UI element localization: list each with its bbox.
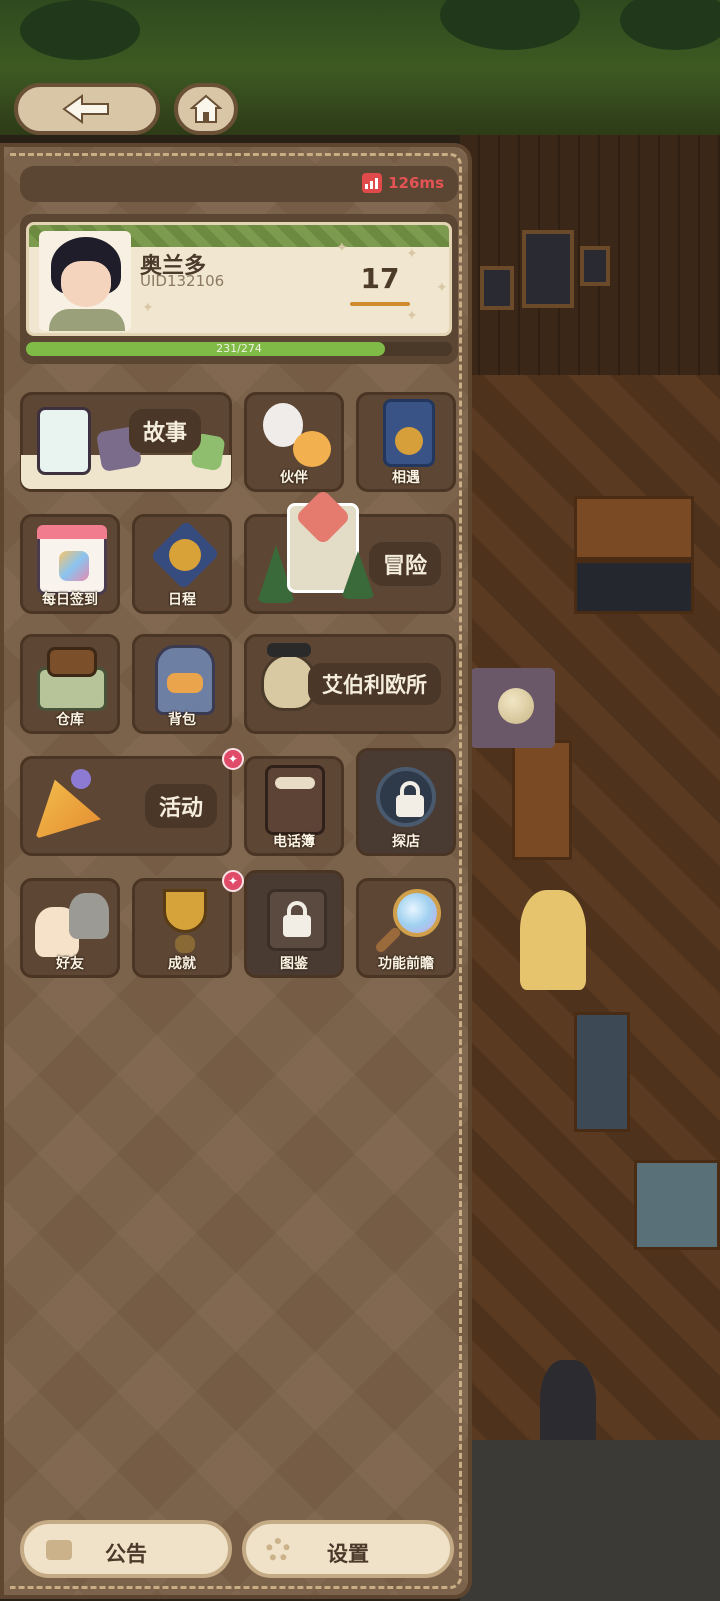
tree [620,0,720,50]
coin-icon [395,427,423,455]
encounter-label: 相遇 [392,470,420,486]
side-table [512,740,572,860]
xp-text: 231/274 [216,342,262,355]
desk-drawer [574,560,694,614]
home-icon [190,94,222,123]
cabinet [634,1160,720,1250]
book-icon [37,407,91,475]
lock-icon [267,891,327,951]
player-uid: UID132106 [140,272,225,290]
explore-button-locked[interactable]: 探店 [356,748,456,856]
wall-painting [480,266,514,310]
partners-button[interactable]: 伙伴 [244,392,344,492]
lock-icon [376,767,436,827]
sparkle-icon: ✦ [436,280,448,296]
calendar-date [59,551,89,581]
calendar-header [37,525,107,539]
daily-checkin-button[interactable]: 每日签到 [20,514,120,614]
achievements-notification-badge: ✦ [222,870,244,892]
trophy-icon [163,889,207,933]
warehouse-button[interactable]: 仓库 [20,634,120,734]
party-popper-icon [35,779,101,839]
backpack-button[interactable]: 背包 [132,634,232,734]
notice-label: 公告 [105,1542,147,1566]
top-hat-icon [267,643,311,657]
partners-label: 伙伴 [280,470,308,486]
sparkle-icon: ✦ [406,308,418,324]
level-underline [350,302,410,306]
events-notification-badge: ✦ [222,748,244,770]
avatar[interactable] [39,231,131,331]
sparkle-icon: ✦ [142,300,154,316]
encounter-button[interactable]: 相遇 [356,392,456,492]
phonebook-plate [275,777,315,789]
schedule-button[interactable]: 日程 [132,514,232,614]
warehouse-label: 仓库 [56,712,84,728]
trophy-base [175,935,195,953]
magnifier-handle [373,925,403,955]
friends-label: 好友 [56,956,84,972]
back-button[interactable] [14,83,160,135]
agency-button[interactable]: 艾伯利欧所 [244,634,456,734]
wall-painting [580,246,610,286]
cat-friend-icon [69,893,109,939]
codex-label: 图鉴 [280,956,308,972]
friends-button[interactable]: 好友 [20,878,120,978]
partner-cat-icon [293,431,331,467]
sparkle-icon: ✦ [336,240,348,256]
story-label: 故事 [128,409,201,453]
shelf [574,1012,630,1132]
phonebook-label: 电话簿 [273,834,315,850]
agency-label: 艾伯利欧所 [308,663,441,705]
schedule-label: 日程 [168,592,196,608]
explore-label: 探店 [392,834,420,850]
events-label: 活动 [144,784,217,828]
codex-button-locked[interactable]: 图鉴 [244,870,344,978]
settings-button[interactable]: 设置 [242,1520,454,1578]
settings-label: 设置 [327,1542,369,1566]
backpack-label: 背包 [168,712,196,728]
map-node-marker[interactable] [470,668,555,748]
street [460,1440,720,1601]
npc-girl[interactable] [520,890,586,990]
tree [440,0,580,50]
adventure-button[interactable]: 冒险 [244,488,456,614]
sparkle-icon: ✦ [406,246,418,262]
backpack-pocket [167,673,203,693]
xp-bar: 231/274 [26,342,452,356]
feature-preview-button[interactable]: 功能前瞻 [356,878,456,978]
achievements-label: 成就 [168,956,196,972]
story-button[interactable]: 故事 [20,392,232,492]
confetti-icon [71,769,91,789]
coin-icon [169,539,201,571]
status-bar: 126ms [20,166,458,202]
daily-checkin-label: 每日签到 [42,592,98,608]
magnifier-icon [393,889,441,937]
desk [574,496,694,560]
notice-button[interactable]: 公告 [20,1520,232,1578]
wall-painting [522,230,574,308]
signal-icon [362,173,383,193]
phonebook-icon [265,765,325,835]
achievements-button[interactable]: 成就 [132,878,232,978]
feature-preview-label: 功能前瞻 [378,956,434,972]
tree [20,0,140,60]
home-button[interactable] [174,83,238,135]
events-button[interactable]: 活动 [20,756,232,856]
phonebook-button[interactable]: 电话簿 [244,756,344,856]
player-level: 17 [360,262,400,295]
back-arrow-icon [62,94,109,124]
crate-icon [47,647,97,677]
ping-value: 126ms [388,174,444,192]
adventure-label: 冒险 [368,542,441,586]
ping-indicator: 126ms [362,173,444,193]
